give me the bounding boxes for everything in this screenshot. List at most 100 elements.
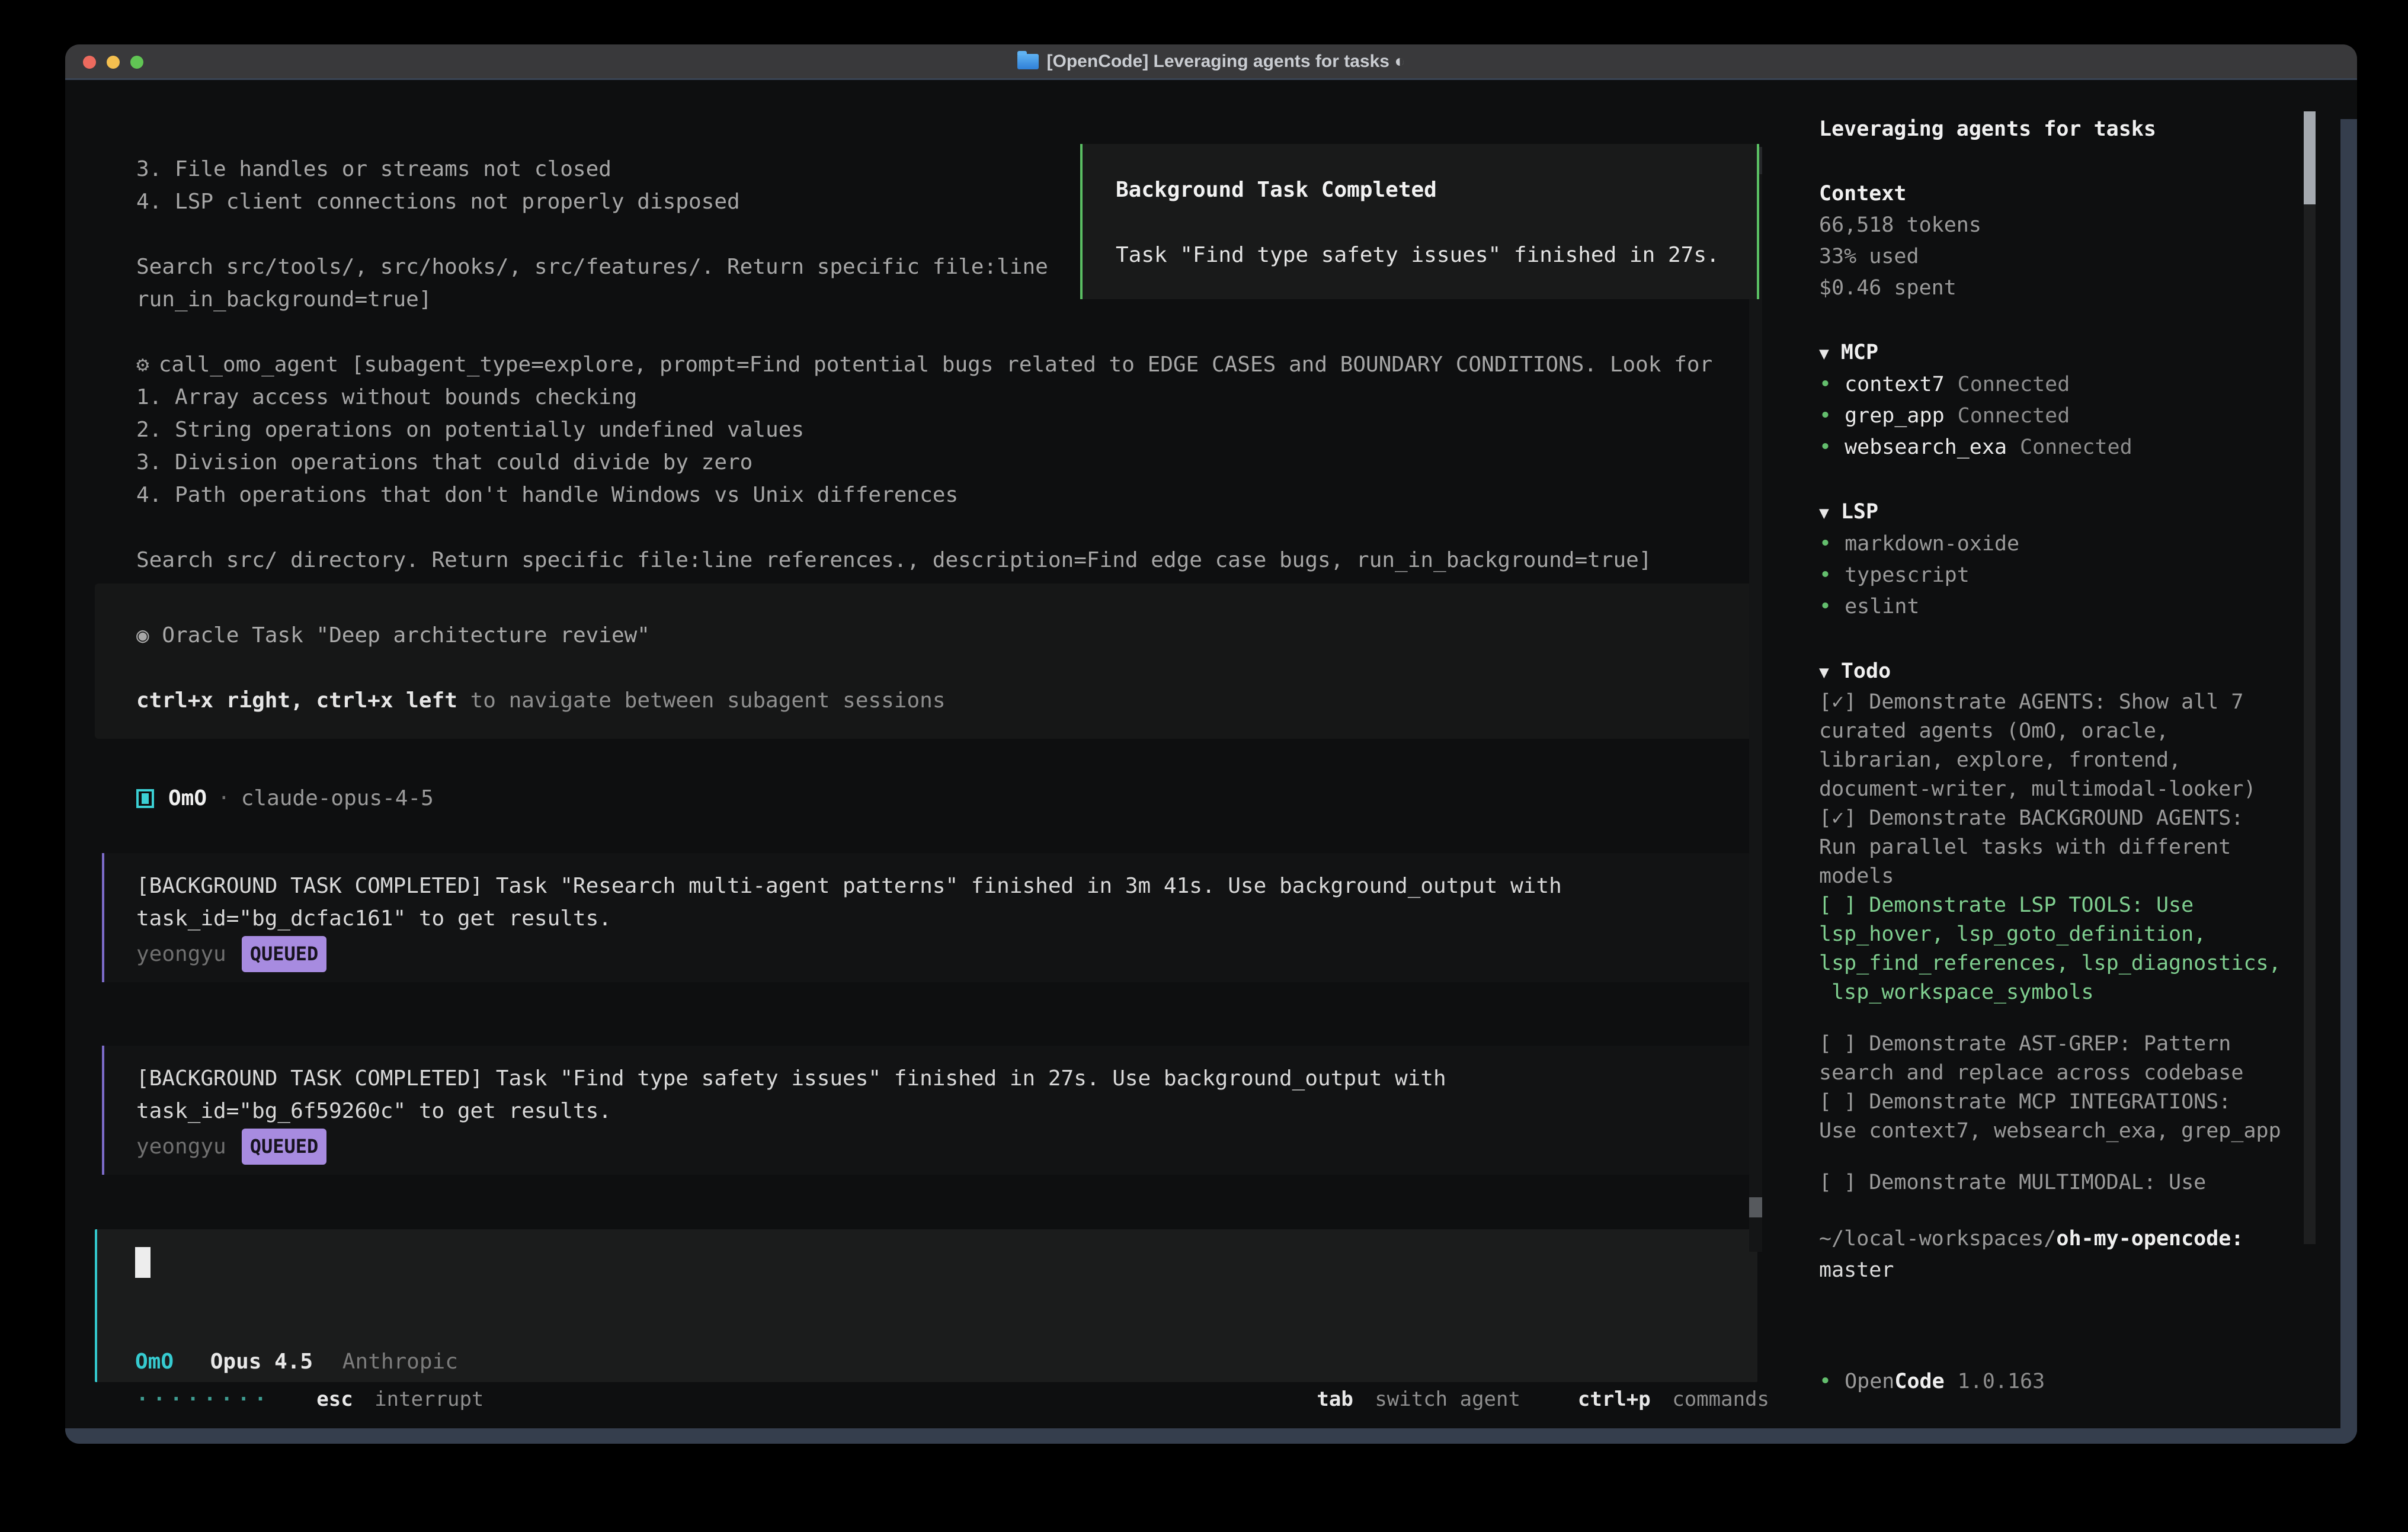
prompt-input[interactable]: OmO Opus 4.5 Anthropic bbox=[95, 1229, 1757, 1382]
window-title: [OpenCode] Leveraging agents for tasks ◐ bbox=[1047, 52, 1405, 72]
mcp-name: grep_app bbox=[1845, 400, 1945, 432]
status-dot-icon: • bbox=[1819, 528, 1831, 560]
mcp-status: Connected bbox=[2020, 432, 2132, 463]
agent-name: OmO bbox=[168, 782, 207, 815]
tool-call-header: call_omo_agent [subagent_type=explore, p… bbox=[159, 352, 1713, 377]
mcp-section-header[interactable]: ▼MCP bbox=[1819, 337, 2340, 369]
todo-line: document-writer, multimodal-looker) bbox=[1819, 775, 2340, 804]
app-name-dim: Open bbox=[1845, 1366, 1894, 1398]
window-right-gutter bbox=[2340, 119, 2357, 1444]
minimize-window-button[interactable] bbox=[107, 56, 120, 69]
chat-main-area: 3. File handles or streams not closed 4.… bbox=[65, 82, 1783, 1444]
queued-status-badge: QUEUED bbox=[242, 1129, 327, 1165]
background-task-message[interactable]: [BACKGROUND TASK COMPLETED] Task "Resear… bbox=[102, 853, 1755, 982]
tool-call-item: 3. Division operations that could divide… bbox=[136, 446, 752, 479]
todo-line-active: lsp_workspace_symbols bbox=[1819, 978, 2340, 1007]
esc-key-hint: esc bbox=[316, 1387, 353, 1411]
chat-scrollbar-thumb[interactable] bbox=[1749, 1197, 1762, 1217]
todo-line-active: lsp_find_references, lsp_diagnostics, bbox=[1819, 949, 2340, 978]
text-cursor bbox=[135, 1247, 150, 1278]
context-tokens: 66,518 tokens bbox=[1819, 210, 2340, 241]
task-message-line1: [BACKGROUND TASK COMPLETED] Task "Find t… bbox=[136, 1062, 1446, 1095]
status-dot-icon: • bbox=[1819, 369, 1831, 400]
window-bottom-gutter bbox=[65, 1428, 2357, 1444]
close-window-button[interactable] bbox=[83, 56, 96, 69]
hint-shortcut-left: ctrl+x left bbox=[316, 688, 457, 713]
mcp-status: Connected bbox=[1958, 400, 2070, 432]
input-model-label[interactable]: Opus 4.5 bbox=[210, 1350, 313, 1374]
chat-scrollbar[interactable] bbox=[1749, 147, 1762, 1252]
folder-icon bbox=[1017, 54, 1039, 69]
todo-line-active: lsp_hover, lsp_goto_definition, bbox=[1819, 920, 2340, 949]
todo-line: curated agents (OmO, oracle, bbox=[1819, 717, 2340, 746]
todo-gap bbox=[1819, 1146, 2340, 1168]
lsp-section-header[interactable]: ▼LSP bbox=[1819, 496, 2340, 528]
window-content: 3. File handles or streams not closed 4.… bbox=[65, 82, 2357, 1444]
todo-line: [ ] Demonstrate AST-GREP: Pattern bbox=[1819, 1030, 2340, 1059]
todo-section: ▼Todo [✓] Demonstrate AGENTS: Show all 7… bbox=[1819, 656, 2340, 1197]
todo-line: librarian, explore, frontend, bbox=[1819, 746, 2340, 775]
status-dot-icon: • bbox=[1819, 560, 1831, 591]
mcp-header-label: MCP bbox=[1841, 341, 1878, 364]
background-task-toast[interactable]: Background Task Completed Task "Find typ… bbox=[1080, 144, 1759, 299]
status-dot-icon: • bbox=[1819, 1366, 1831, 1398]
input-provider-label: Anthropic bbox=[342, 1350, 458, 1374]
sidebar-scrollbar-thumb[interactable] bbox=[2304, 111, 2316, 204]
oracle-task-title: Oracle Task "Deep architecture review" bbox=[162, 623, 650, 648]
mcp-section: ▼MCP •context7Connected •grep_appConnect… bbox=[1819, 337, 2340, 463]
todo-gap bbox=[1819, 1007, 2340, 1030]
oracle-task-panel[interactable]: ◉ Oracle Task "Deep architecture review"… bbox=[95, 584, 1760, 739]
scrollback-line: 4. LSP client connections not properly d… bbox=[136, 185, 740, 218]
task-message-line2: task_id="bg_dcfac161" to get results. bbox=[136, 902, 611, 935]
mcp-item: •grep_appConnected bbox=[1819, 400, 2340, 432]
status-bar: ········ esc interrupt tab switch agent … bbox=[136, 1383, 1769, 1416]
scrollback-line: Search src/tools/, src/hooks/, src/featu… bbox=[136, 251, 1048, 283]
tab-key-action: switch agent bbox=[1375, 1387, 1520, 1411]
context-used: 33% used bbox=[1819, 241, 2340, 273]
zoom-window-button[interactable] bbox=[130, 56, 143, 69]
git-branch: master bbox=[1819, 1255, 2340, 1286]
todo-line: Use context7, websearch_exa, grep_app bbox=[1819, 1117, 2340, 1146]
esc-key-action: interrupt bbox=[374, 1387, 483, 1411]
titlebar[interactable]: [OpenCode] Leveraging agents for tasks ◐ bbox=[65, 44, 2357, 80]
fisheye-icon: ◉ bbox=[136, 623, 149, 648]
lsp-header-label: LSP bbox=[1841, 500, 1878, 524]
todo-line: [✓] Demonstrate AGENTS: Show all 7 bbox=[1819, 688, 2340, 717]
tool-call-header-line: ⚙ call_omo_agent [subagent_type=explore, … bbox=[136, 348, 1712, 381]
lsp-name: markdown-oxide bbox=[1845, 528, 2019, 560]
version-line: • OpenCode 1.0.163 bbox=[1819, 1366, 2045, 1398]
status-dot-icon: • bbox=[1819, 591, 1831, 623]
working-dots-indicator: ········ bbox=[136, 1387, 271, 1411]
gear-icon: ⚙ bbox=[136, 352, 149, 377]
oracle-task-title-row: ◉ Oracle Task "Deep architecture review" bbox=[136, 619, 650, 652]
background-task-message[interactable]: [BACKGROUND TASK COMPLETED] Task "Find t… bbox=[102, 1046, 1755, 1175]
workspace-path: ~/local-workspaces/oh-my-opencode: bbox=[1819, 1223, 2340, 1255]
traffic-lights bbox=[83, 44, 143, 80]
task-user: yeongyu bbox=[136, 1130, 226, 1163]
scrollback-line: 3. File handles or streams not closed bbox=[136, 153, 611, 185]
statusbar-left: ········ esc interrupt bbox=[136, 1383, 493, 1416]
lsp-section: ▼LSP •markdown-oxide •typescript •eslint bbox=[1819, 496, 2340, 623]
tab-key-hint: tab bbox=[1317, 1387, 1353, 1411]
context-spent: $0.46 spent bbox=[1819, 273, 2340, 304]
sidebar-scrollbar[interactable] bbox=[2304, 111, 2316, 1244]
ctrlp-key-action: commands bbox=[1672, 1387, 1769, 1411]
todo-line: [✓] Demonstrate BACKGROUND AGENTS: bbox=[1819, 804, 2340, 833]
task-user: yeongyu bbox=[136, 938, 226, 970]
workspace-section: ~/local-workspaces/oh-my-opencode: maste… bbox=[1819, 1223, 2340, 1286]
agent-model: claude-opus-4-5 bbox=[241, 782, 434, 815]
workspace-path-prefix: ~/local-workspaces/ bbox=[1819, 1227, 2056, 1251]
todo-line: search and replace across codebase bbox=[1819, 1059, 2340, 1088]
ctrlp-key-hint: ctrl+p bbox=[1578, 1387, 1651, 1411]
toast-body: Task "Find type safety issues" finished … bbox=[1116, 239, 1719, 271]
lsp-item: •eslint bbox=[1819, 591, 2340, 623]
input-agent-label[interactable]: OmO bbox=[135, 1350, 174, 1374]
tool-call-item: 1. Array access without bounds checking bbox=[136, 381, 637, 414]
tool-call-item: 4. Path operations that don't handle Win… bbox=[136, 479, 958, 511]
agent-header-line: OmO · claude-opus-4-5 bbox=[136, 782, 434, 815]
context-header: Context bbox=[1819, 178, 2340, 210]
todo-section-header[interactable]: ▼Todo bbox=[1819, 656, 2340, 688]
todo-line: models bbox=[1819, 862, 2340, 891]
tool-call-item: 2. String operations on potentially unde… bbox=[136, 414, 804, 446]
task-message-meta: yeongyu QUEUED bbox=[136, 1129, 326, 1165]
